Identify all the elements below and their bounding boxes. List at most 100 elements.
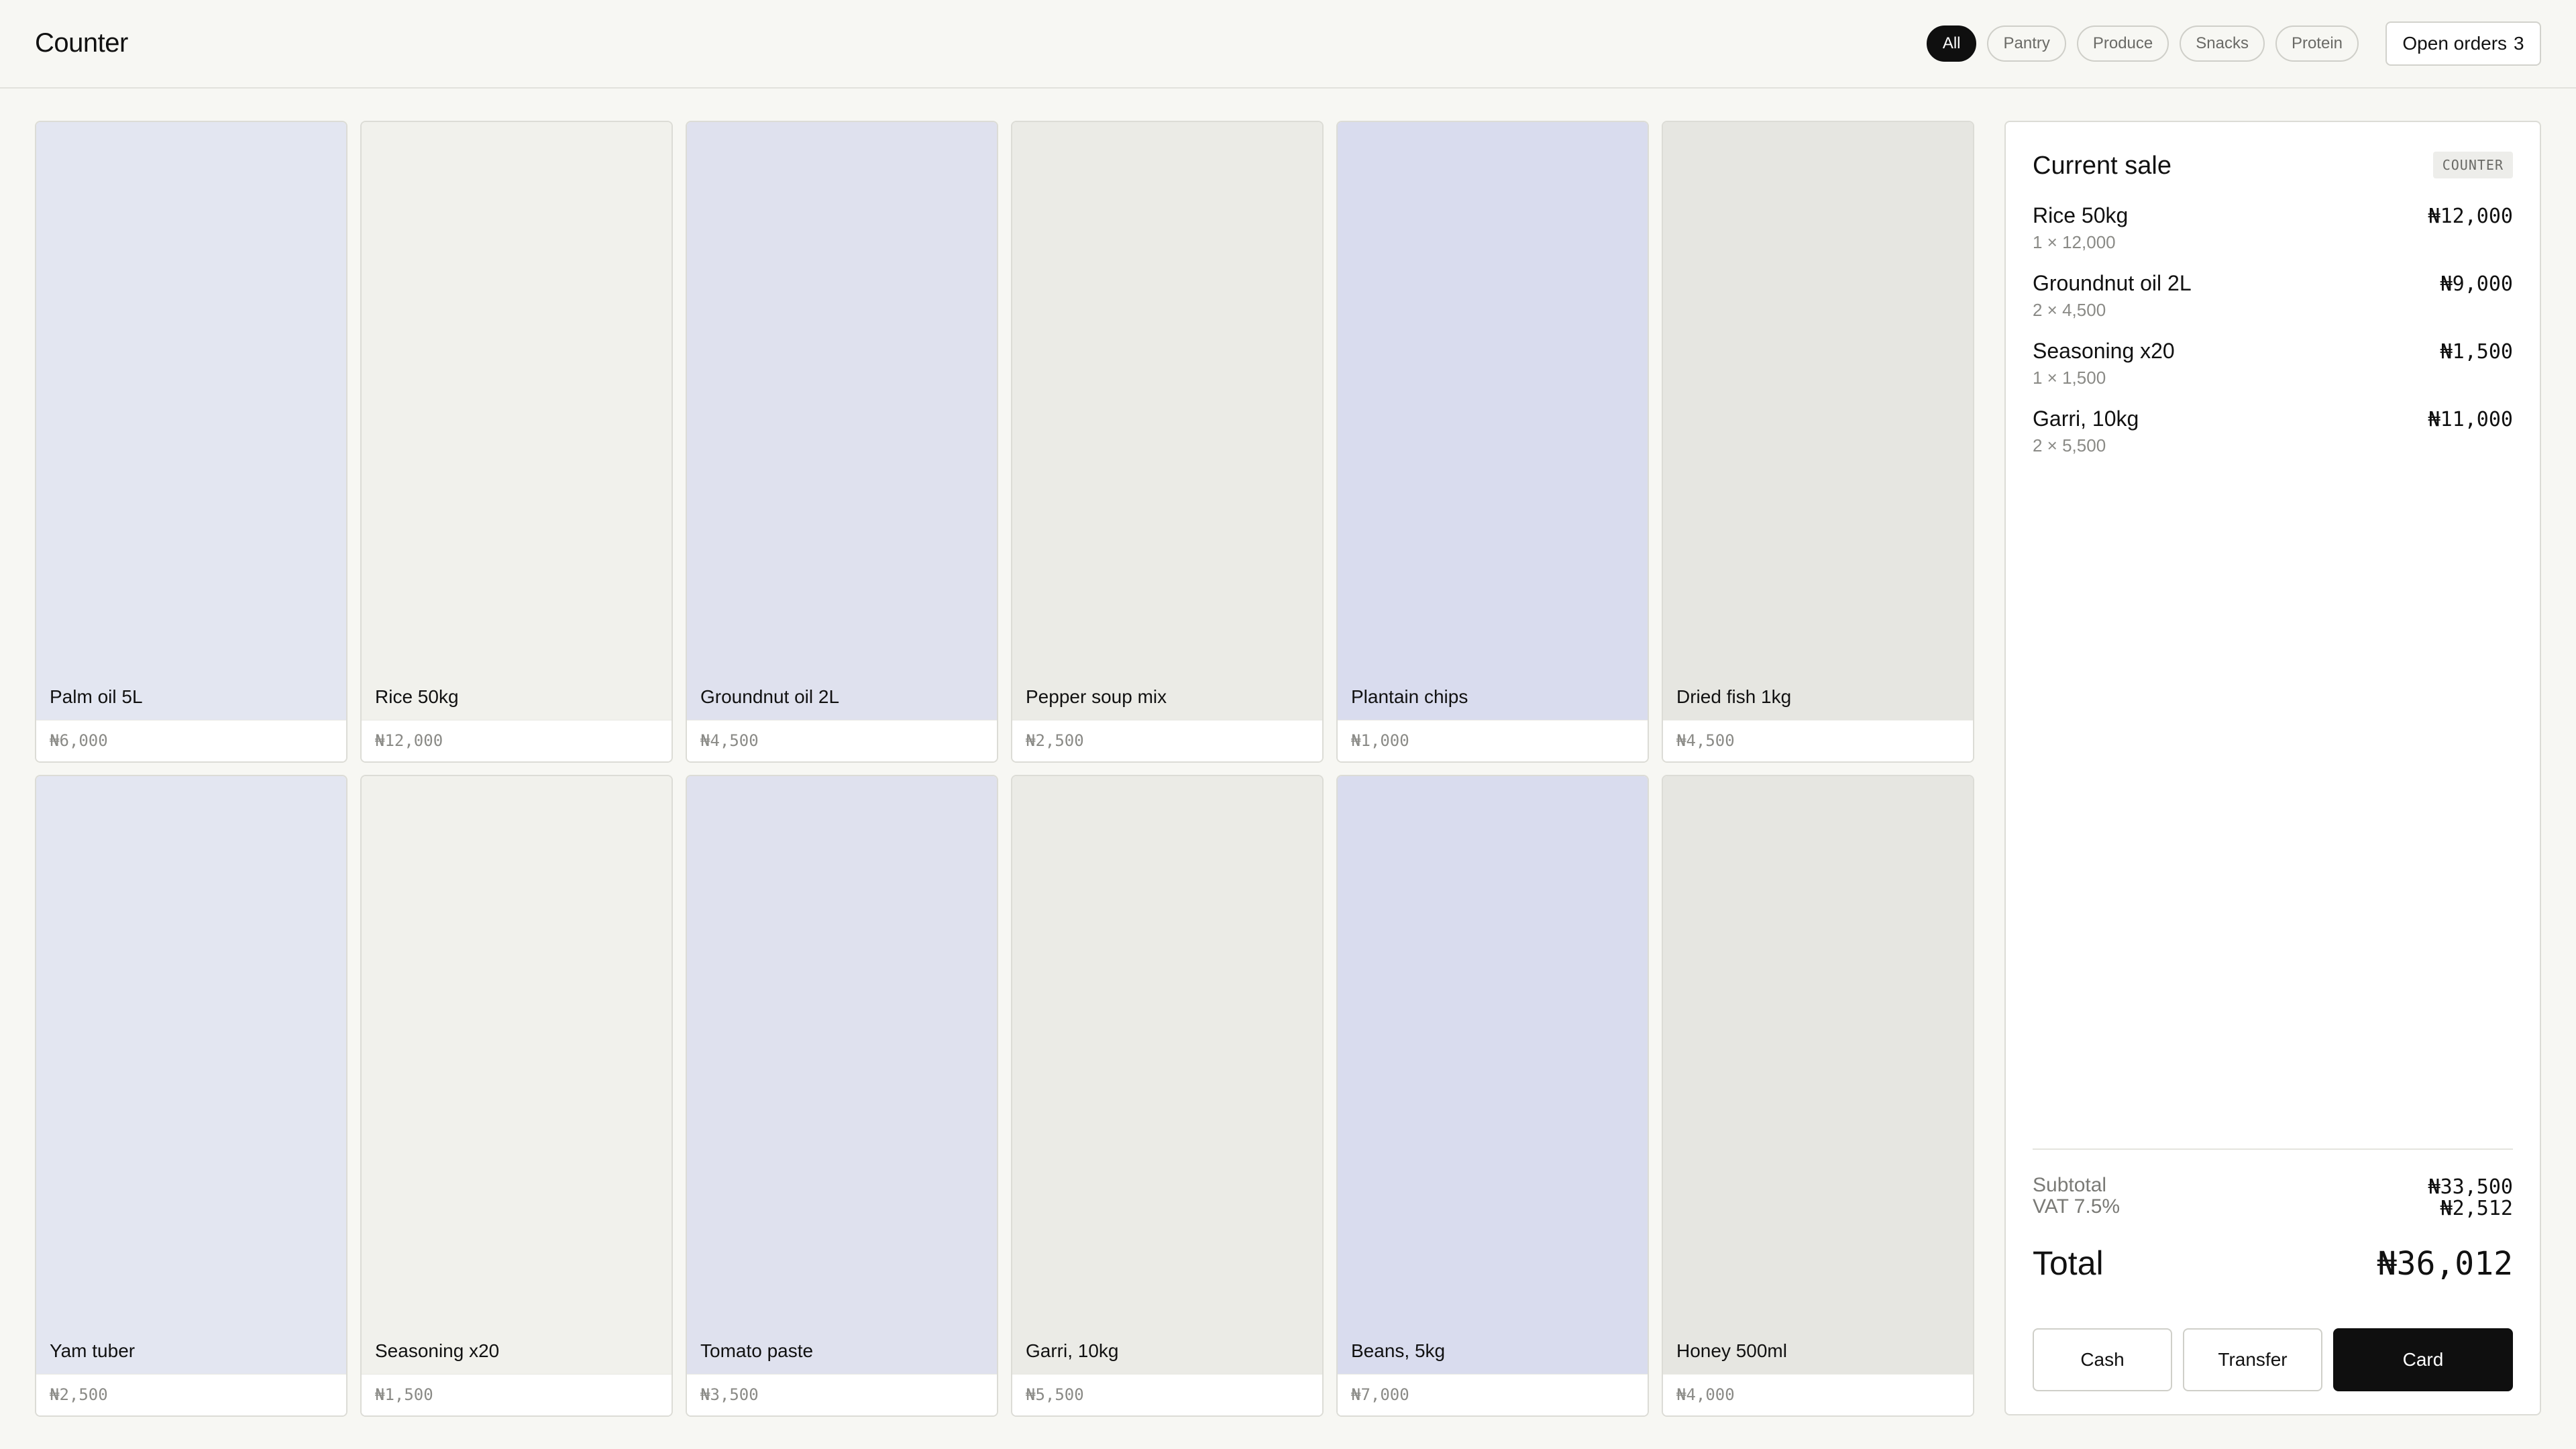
vat-row: VAT 7.5% ₦2,512: [2033, 1189, 2513, 1228]
filter-chip-protein[interactable]: Protein: [2275, 25, 2359, 62]
product-price-row: ₦2,500: [1012, 720, 1322, 761]
product-card[interactable]: Honey 500ml ₦4,000: [1662, 775, 1974, 1417]
product-price-row: ₦6,000: [36, 720, 346, 761]
open-orders-label: Open orders: [2402, 33, 2508, 54]
product-price: ₦6,000: [50, 731, 108, 750]
product-grid: Palm oil 5L ₦6,000 Rice 50kg ₦12,000 Gro…: [35, 121, 1975, 1417]
product-name: Honey 500ml: [1676, 1340, 1787, 1361]
product-card[interactable]: Seasoning x20 ₦1,500: [360, 775, 673, 1417]
product-name: Rice 50kg: [375, 686, 459, 707]
product-price: ₦1,000: [1351, 731, 1409, 750]
pay-transfer-button[interactable]: Transfer: [2183, 1328, 2322, 1391]
product-price: ₦5,500: [1026, 1385, 1084, 1404]
line-item-name: Garri, 10kg: [2033, 407, 2139, 431]
product-price-row: ₦4,000: [1663, 1374, 1973, 1415]
line-item-amount: ₦9,000: [2440, 272, 2513, 296]
product-image-placeholder: [1338, 122, 1648, 720]
line-item-name: Groundnut oil 2L: [2033, 271, 2192, 295]
sale-line-item[interactable]: Seasoning x20 1 × 1,500 ₦1,500: [2033, 337, 2513, 405]
line-item-amount: ₦11,000: [2428, 408, 2513, 431]
sale-title: Current sale: [2033, 152, 2171, 180]
product-card[interactable]: Pepper soup mix ₦2,500: [1011, 121, 1324, 763]
total-label: Total: [2033, 1244, 2104, 1282]
product-image-placeholder: [687, 122, 997, 720]
product-card[interactable]: Palm oil 5L ₦6,000: [35, 121, 347, 763]
product-image-placeholder: [362, 122, 672, 720]
category-filters: All Pantry Produce Snacks Protein: [1926, 25, 2359, 62]
product-image-placeholder: [1663, 122, 1973, 720]
product-price: ₦2,500: [50, 1385, 108, 1404]
product-card[interactable]: Plantain chips ₦1,000: [1336, 121, 1649, 763]
product-name: Plantain chips: [1351, 686, 1468, 707]
sale-totals: Subtotal ₦33,500 VAT 7.5% ₦2,512 Total ₦…: [2033, 1148, 2513, 1295]
product-name: Seasoning x20: [375, 1340, 500, 1361]
register-badge: COUNTER: [2432, 152, 2513, 178]
line-item-quantity: 2 × 4,500: [2033, 300, 2106, 320]
pay-card-button[interactable]: Card: [2333, 1328, 2513, 1391]
vat-label: VAT 7.5%: [2033, 1195, 2121, 1218]
vat-value: ₦2,512: [2440, 1197, 2513, 1220]
product-image-placeholder: [1338, 776, 1648, 1374]
product-name: Garri, 10kg: [1026, 1340, 1119, 1361]
line-item-quantity: 2 × 5,500: [2033, 435, 2106, 455]
product-card[interactable]: Tomato paste ₦3,500: [686, 775, 998, 1417]
product-name: Dried fish 1kg: [1676, 686, 1792, 707]
product-price: ₦4,000: [1676, 1385, 1735, 1404]
product-card[interactable]: Groundnut oil 2L ₦4,500: [686, 121, 998, 763]
total-value: ₦36,012: [2377, 1245, 2513, 1283]
filter-chip-produce[interactable]: Produce: [2076, 25, 2169, 62]
sale-line-item[interactable]: Groundnut oil 2L 2 × 4,500 ₦9,000: [2033, 269, 2513, 337]
line-item-name: Rice 50kg: [2033, 203, 2129, 227]
subtotal-row: Subtotal ₦33,500: [2033, 1150, 2513, 1199]
line-item-name: Seasoning x20: [2033, 339, 2175, 363]
product-image-placeholder: [1012, 776, 1322, 1374]
product-card[interactable]: Rice 50kg ₦12,000: [360, 121, 673, 763]
product-image-placeholder: [362, 776, 672, 1374]
line-item-quantity: 1 × 12,000: [2033, 232, 2116, 252]
payment-buttons: Cash Transfer Card: [2033, 1328, 2513, 1391]
product-price: ₦4,500: [700, 731, 759, 750]
sale-line-item[interactable]: Garri, 10kg 2 × 5,500 ₦11,000: [2033, 405, 2513, 472]
product-name: Groundnut oil 2L: [700, 686, 840, 707]
product-card[interactable]: Dried fish 1kg ₦4,500: [1662, 121, 1974, 763]
product-image-placeholder: [1663, 776, 1973, 1374]
product-price-row: ₦3,500: [687, 1374, 997, 1415]
product-price-row: ₦2,500: [36, 1374, 346, 1415]
open-orders-button[interactable]: Open orders 3: [2385, 21, 2541, 66]
app-title: Counter: [35, 28, 128, 58]
product-price-row: ₦4,500: [687, 720, 997, 761]
current-sale-panel: Current sale COUNTER Rice 50kg 1 × 12,00…: [2004, 121, 2541, 1415]
product-price-row: ₦7,000: [1338, 1374, 1648, 1415]
product-card[interactable]: Beans, 5kg ₦7,000: [1336, 775, 1649, 1417]
product-name: Pepper soup mix: [1026, 686, 1167, 707]
sale-line-item[interactable]: Rice 50kg 1 × 12,000 ₦12,000: [2033, 201, 2513, 269]
top-bar: Counter All Pantry Produce Snacks Protei…: [0, 0, 2576, 89]
product-name: Beans, 5kg: [1351, 1340, 1446, 1361]
product-name: Palm oil 5L: [50, 686, 143, 707]
filter-chip-snacks[interactable]: Snacks: [2180, 25, 2265, 62]
product-price-row: ₦12,000: [362, 720, 672, 761]
product-card[interactable]: Garri, 10kg ₦5,500: [1011, 775, 1324, 1417]
filter-chip-pantry[interactable]: Pantry: [1987, 25, 2066, 62]
product-image-placeholder: [36, 776, 346, 1374]
product-name: Yam tuber: [50, 1340, 136, 1361]
product-image-placeholder: [1012, 122, 1322, 720]
product-name: Tomato paste: [700, 1340, 814, 1361]
open-orders-count: 3: [2514, 33, 2524, 54]
product-price: ₦4,500: [1676, 731, 1735, 750]
product-card[interactable]: Yam tuber ₦2,500: [35, 775, 347, 1417]
product-image-placeholder: [36, 122, 346, 720]
product-price: ₦7,000: [1351, 1385, 1409, 1404]
product-price: ₦3,500: [700, 1385, 759, 1404]
product-price: ₦2,500: [1026, 731, 1084, 750]
filter-chip-all[interactable]: All: [1926, 25, 1977, 62]
product-price-row: ₦4,500: [1663, 720, 1973, 761]
product-image-placeholder: [687, 776, 997, 1374]
product-price-row: ₦1,000: [1338, 720, 1648, 761]
product-price: ₦1,500: [375, 1385, 433, 1404]
line-item-quantity: 1 × 1,500: [2033, 368, 2106, 388]
product-price-row: ₦5,500: [1012, 1374, 1322, 1415]
product-price: ₦12,000: [375, 731, 443, 750]
total-row: Total ₦36,012: [2033, 1228, 2513, 1295]
pay-cash-button[interactable]: Cash: [2033, 1328, 2172, 1391]
